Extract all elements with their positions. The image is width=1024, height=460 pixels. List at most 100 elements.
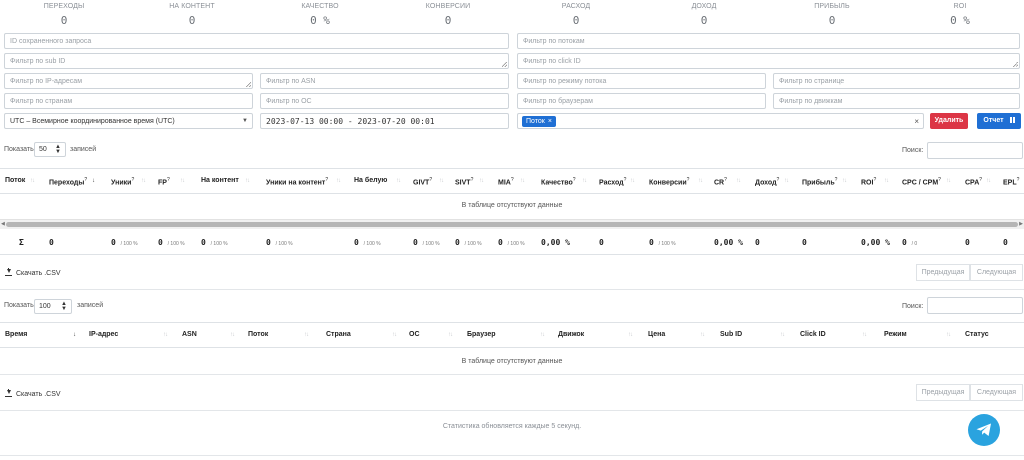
sort-icon[interactable]: ↑↓ xyxy=(700,332,705,338)
col-cr[interactable]: CR? xyxy=(714,177,727,186)
table1-next-button[interactable]: Следующая xyxy=(970,264,1023,281)
scroll-left-icon[interactable]: ◀ xyxy=(1,221,5,227)
col-stream[interactable]: Поток xyxy=(5,177,25,184)
tag-remove-icon[interactable]: × xyxy=(548,118,552,125)
col-click-id[interactable]: Click ID xyxy=(800,331,826,338)
sort-icon[interactable]: ↑↓ xyxy=(141,178,146,184)
col-os[interactable]: ОС xyxy=(409,331,420,338)
col-mia[interactable]: MIA? xyxy=(498,177,514,186)
col-content[interactable]: На контент xyxy=(201,177,239,184)
table1-download-csv[interactable]: Скачать .CSV xyxy=(5,268,61,277)
sort-icon[interactable]: ↑↓ xyxy=(336,178,341,184)
col-browser[interactable]: Браузер xyxy=(467,331,496,338)
col-sivt[interactable]: SIVT? xyxy=(455,177,473,186)
os-filter-input[interactable]: Фильтр по ОС xyxy=(260,93,509,109)
clear-icon[interactable]: × xyxy=(914,117,919,126)
page-filter-input[interactable]: Фильтр по странице xyxy=(773,73,1020,89)
stream-mode-filter-input[interactable]: Фильтр по режиму потока xyxy=(517,73,766,89)
table2-length-select[interactable]: 100 ▲ ▼ xyxy=(34,299,72,314)
table1-length-select[interactable]: 50 ▲ ▼ xyxy=(34,142,66,157)
col-engine[interactable]: Движок xyxy=(558,331,584,338)
sort-desc-icon[interactable]: ↓ xyxy=(92,178,95,184)
delete-button[interactable]: Удалить xyxy=(930,113,968,129)
sort-icon[interactable]: ↑↓ xyxy=(946,332,951,338)
group-by-select[interactable]: Поток × × xyxy=(517,113,924,129)
resize-handle-icon[interactable] xyxy=(246,82,251,87)
sort-icon[interactable]: ↑↓ xyxy=(582,178,587,184)
col-price[interactable]: Цена xyxy=(648,331,665,338)
sort-desc-icon[interactable]: ↓ xyxy=(73,332,76,338)
col-ip[interactable]: IP-адрес xyxy=(89,331,118,338)
sort-icon[interactable]: ↑↓ xyxy=(30,178,35,184)
sort-icon[interactable]: ↑↓ xyxy=(986,178,991,184)
sort-icon[interactable]: ↑↓ xyxy=(630,178,635,184)
asn-filter-input[interactable]: Фильтр по ASN xyxy=(260,73,509,89)
sort-icon[interactable]: ↑↓ xyxy=(628,332,633,338)
col-spend[interactable]: Расход? xyxy=(599,177,626,186)
resize-handle-icon[interactable] xyxy=(502,62,507,67)
table2-next-button[interactable]: Следующая xyxy=(970,384,1023,401)
group-tag[interactable]: Поток × xyxy=(522,116,556,127)
sort-icon[interactable]: ↑↓ xyxy=(784,178,789,184)
sort-icon[interactable]: ↑↓ xyxy=(736,178,741,184)
col-unique-content[interactable]: Уники на контент? xyxy=(266,177,328,186)
ip-filter[interactable]: Фильтр по IP-адресам xyxy=(4,73,253,89)
col-givt[interactable]: GIVT? xyxy=(413,177,432,186)
scroll-right-icon[interactable]: ▶ xyxy=(1019,221,1023,227)
engines-filter-input[interactable]: Фильтр по движкам xyxy=(773,93,1020,109)
sort-icon[interactable]: ↑↓ xyxy=(946,178,951,184)
col-quality[interactable]: Качество? xyxy=(541,177,576,186)
col-asn[interactable]: ASN xyxy=(182,331,197,338)
timezone-select[interactable]: UTC – Всемирное координированное время (… xyxy=(4,113,253,129)
col-cpa[interactable]: CPA? xyxy=(965,177,982,186)
sort-icon[interactable]: ↑↓ xyxy=(448,332,453,338)
telegram-button[interactable] xyxy=(968,414,1000,446)
col-profit[interactable]: Прибыль? xyxy=(802,177,837,186)
table2-download-csv[interactable]: Скачать .CSV xyxy=(5,389,61,398)
table2-prev-button[interactable]: Предыдущая xyxy=(916,384,970,401)
countries-filter-input[interactable]: Фильтр по странам xyxy=(4,93,253,109)
sort-icon[interactable]: ↑↓ xyxy=(392,332,397,338)
sort-icon[interactable]: ↑↓ xyxy=(439,178,444,184)
sort-icon[interactable]: ↑↓ xyxy=(842,178,847,184)
col-cpc-cpm[interactable]: CPC / CPM? xyxy=(902,177,941,186)
col-stream2[interactable]: Поток xyxy=(248,331,268,338)
sort-icon[interactable]: ↑↓ xyxy=(862,332,867,338)
scroll-thumb[interactable] xyxy=(6,222,1018,227)
sort-icon[interactable]: ↑↓ xyxy=(884,178,889,184)
col-time[interactable]: Время xyxy=(5,331,27,338)
click-id-filter[interactable]: Фильтр по click ID xyxy=(517,53,1020,69)
sort-icon[interactable]: ↑↓ xyxy=(396,178,401,184)
resize-handle-icon[interactable] xyxy=(1013,62,1018,67)
browsers-filter-input[interactable]: Фильтр по браузерам xyxy=(517,93,766,109)
table1-search-input[interactable] xyxy=(927,142,1023,159)
col-country[interactable]: Страна xyxy=(326,331,351,338)
sort-icon[interactable]: ↑↓ xyxy=(479,178,484,184)
sort-icon[interactable]: ↑↓ xyxy=(245,178,250,184)
sort-icon[interactable]: ↑↓ xyxy=(230,332,235,338)
sort-icon[interactable]: ↑↓ xyxy=(163,332,168,338)
sort-icon[interactable]: ↑↓ xyxy=(304,332,309,338)
sort-icon[interactable]: ↑↓ xyxy=(540,332,545,338)
col-sub-id[interactable]: Sub ID xyxy=(720,331,742,338)
col-conversions[interactable]: Конверсии? xyxy=(649,177,689,186)
col-transitions[interactable]: Переходы? xyxy=(49,177,87,186)
date-range-input[interactable]: 2023-07-13 00:00 - 2023-07-20 00:01 xyxy=(260,113,509,129)
sort-icon[interactable]: ↑↓ xyxy=(180,178,185,184)
sort-icon[interactable]: ↑↓ xyxy=(698,178,703,184)
report-button[interactable]: Отчет xyxy=(977,113,1021,129)
col-white[interactable]: На белую xyxy=(354,177,387,184)
col-roi[interactable]: ROI? xyxy=(861,177,876,186)
sort-icon[interactable]: ↑↓ xyxy=(780,332,785,338)
saved-query-input[interactable]: ID сохраненного запроса xyxy=(4,33,509,49)
table2-search-input[interactable] xyxy=(927,297,1023,314)
col-uniques[interactable]: Уники? xyxy=(111,177,134,186)
col-fp[interactable]: FP? xyxy=(158,177,170,186)
sub-id-filter[interactable]: Фильтр по sub ID xyxy=(4,53,509,69)
sort-icon[interactable]: ↑↓ xyxy=(520,178,525,184)
col-status[interactable]: Статус xyxy=(965,331,989,338)
col-epl[interactable]: EPL? xyxy=(1003,177,1019,186)
horizontal-scrollbar[interactable]: ◀ ▶ xyxy=(0,219,1024,229)
streams-filter-input[interactable]: Фильтр по потокам xyxy=(517,33,1020,49)
col-income[interactable]: Доход? xyxy=(755,177,779,186)
